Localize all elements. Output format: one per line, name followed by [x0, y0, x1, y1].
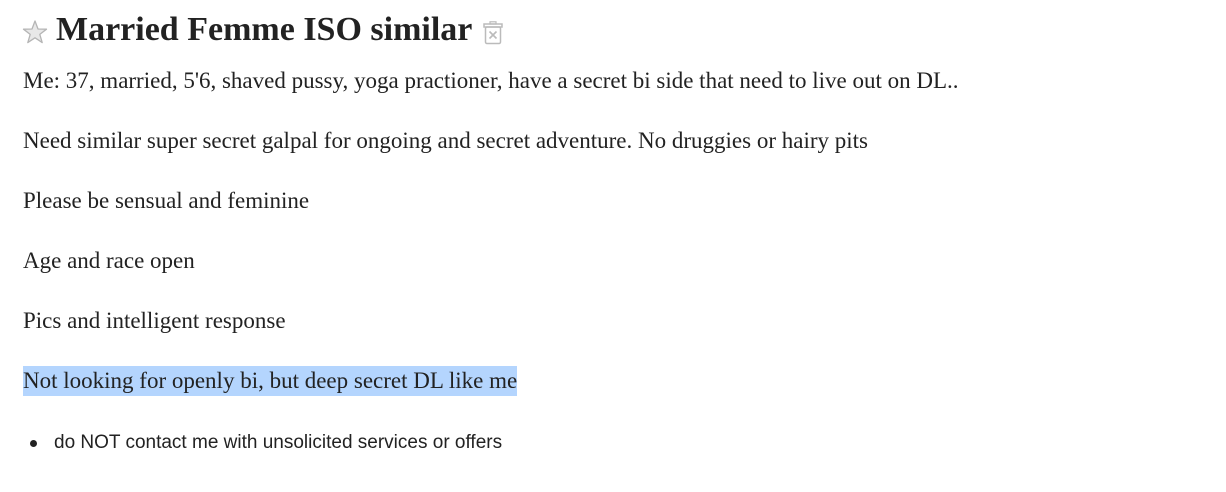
posting-body-paragraph: Need similar super secret galpal for ong… — [23, 128, 868, 153]
trash-icon[interactable] — [482, 21, 504, 45]
star-icon[interactable] — [22, 19, 48, 45]
posting-body-paragraph: Me: 37, married, 5'6, shaved pussy, yoga… — [23, 68, 959, 93]
posting-body-paragraph: Age and race open — [23, 248, 195, 273]
posting-body-paragraph: Please be sensual and feminine — [23, 188, 310, 213]
posting-body-paragraph: Pics and intelligent response — [23, 308, 286, 333]
bullet-icon — [30, 439, 37, 447]
notices-list: do NOT contact me with unsolicited servi… — [30, 432, 502, 454]
posting-body-paragraph-selected: Not looking for openly bi, but deep secr… — [23, 366, 518, 396]
posting-title-row: Married Femme ISO similar — [22, 8, 504, 52]
notice-item: do NOT contact me with unsolicited servi… — [54, 432, 503, 453]
posting-title: Married Femme ISO similar — [56, 11, 473, 48]
